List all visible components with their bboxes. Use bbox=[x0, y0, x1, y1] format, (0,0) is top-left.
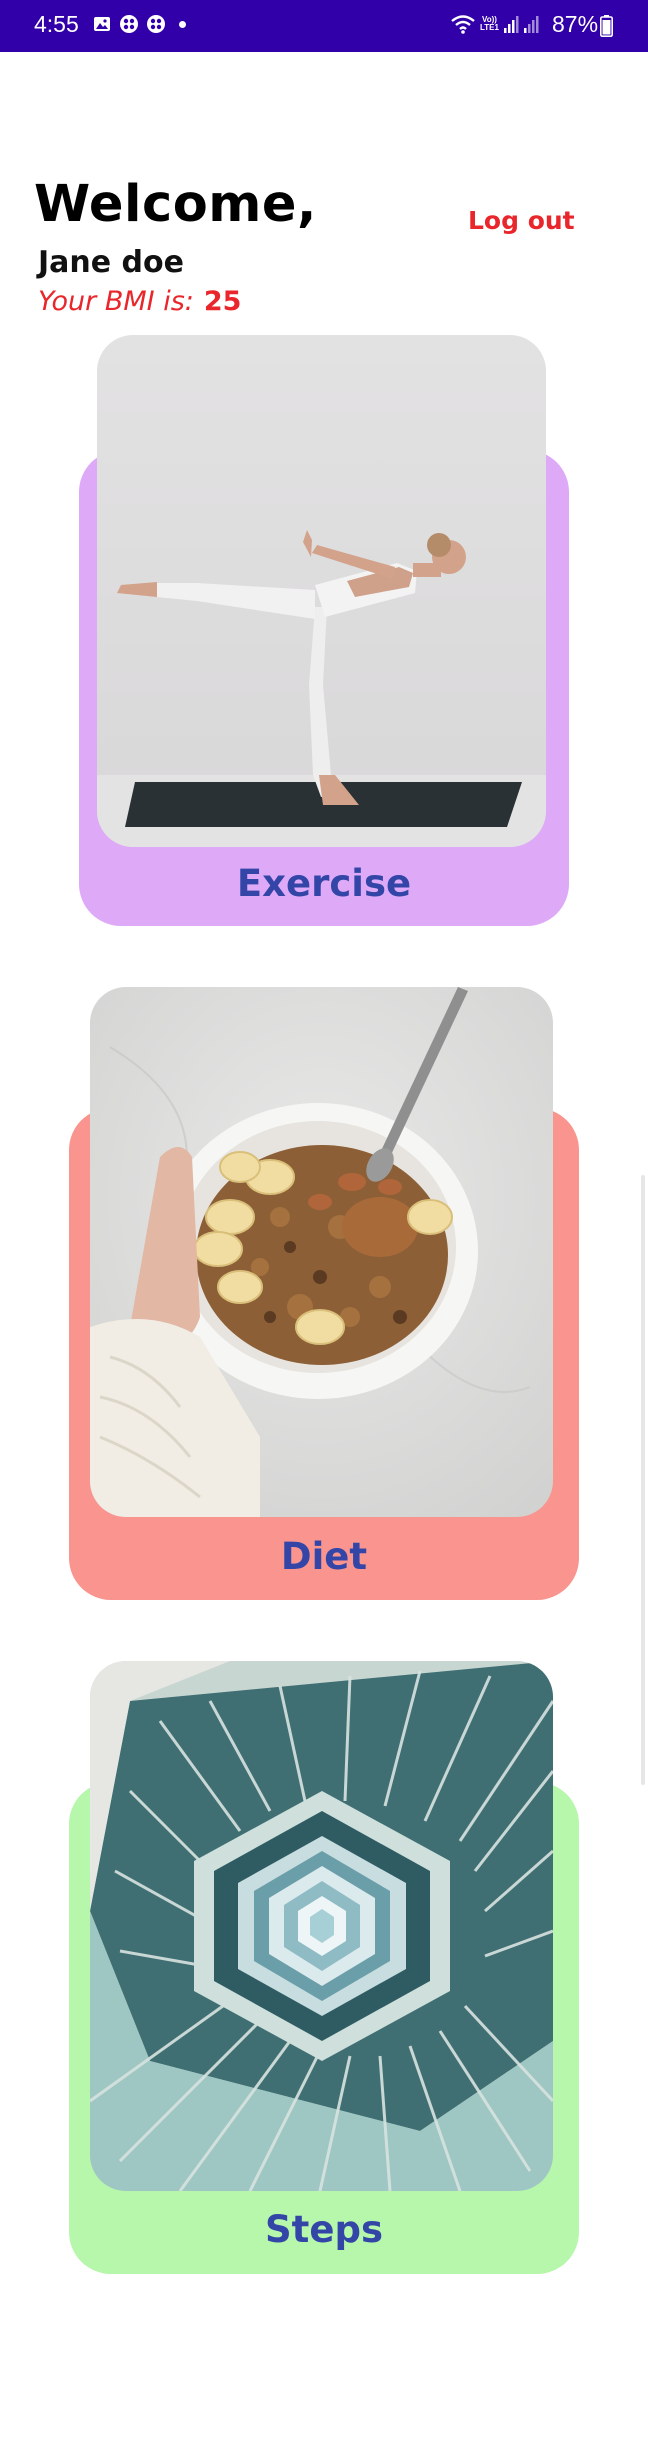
system-icons: Vo)) LTE1 bbox=[450, 13, 539, 35]
user-name: Jane doe bbox=[38, 245, 184, 280]
status-bar: 4:55 Vo)) LTE1 87% bbox=[0, 0, 648, 52]
volte-bottom: LTE1 bbox=[480, 23, 499, 32]
bmi-label: Your BMI is: bbox=[38, 286, 194, 317]
scrollbar[interactable] bbox=[641, 1175, 645, 1785]
notification-icons bbox=[92, 14, 186, 34]
welcome-heading: Welcome, bbox=[34, 175, 317, 234]
volte-indicator: Vo)) LTE1 bbox=[480, 16, 499, 32]
wifi-icon bbox=[451, 15, 475, 34]
exercise-label[interactable]: Exercise bbox=[79, 862, 569, 905]
notification-dot bbox=[179, 20, 186, 28]
battery-icon bbox=[600, 15, 613, 37]
steps-label[interactable]: Steps bbox=[69, 2208, 579, 2251]
app-icon bbox=[120, 15, 138, 33]
battery-percent: 87% bbox=[552, 11, 599, 37]
logout-button[interactable]: Log out bbox=[468, 206, 575, 235]
spiral-staircase-image[interactable] bbox=[90, 1661, 553, 2191]
home-screen: 4:55 Vo)) LTE1 87% Welcome, Log out Jane… bbox=[0, 0, 648, 2443]
granola-bowl-image[interactable] bbox=[90, 987, 553, 1517]
status-time: 4:55 bbox=[34, 11, 79, 37]
signal-icon bbox=[523, 16, 539, 33]
yoga-pose-image[interactable] bbox=[97, 335, 546, 847]
diet-label[interactable]: Diet bbox=[69, 1535, 579, 1578]
app-icon bbox=[147, 15, 165, 33]
bmi-row: Your BMI is: 25 bbox=[38, 286, 241, 317]
gallery-icon bbox=[94, 17, 110, 31]
bmi-value: 25 bbox=[203, 286, 242, 317]
signal-icon bbox=[503, 16, 519, 33]
